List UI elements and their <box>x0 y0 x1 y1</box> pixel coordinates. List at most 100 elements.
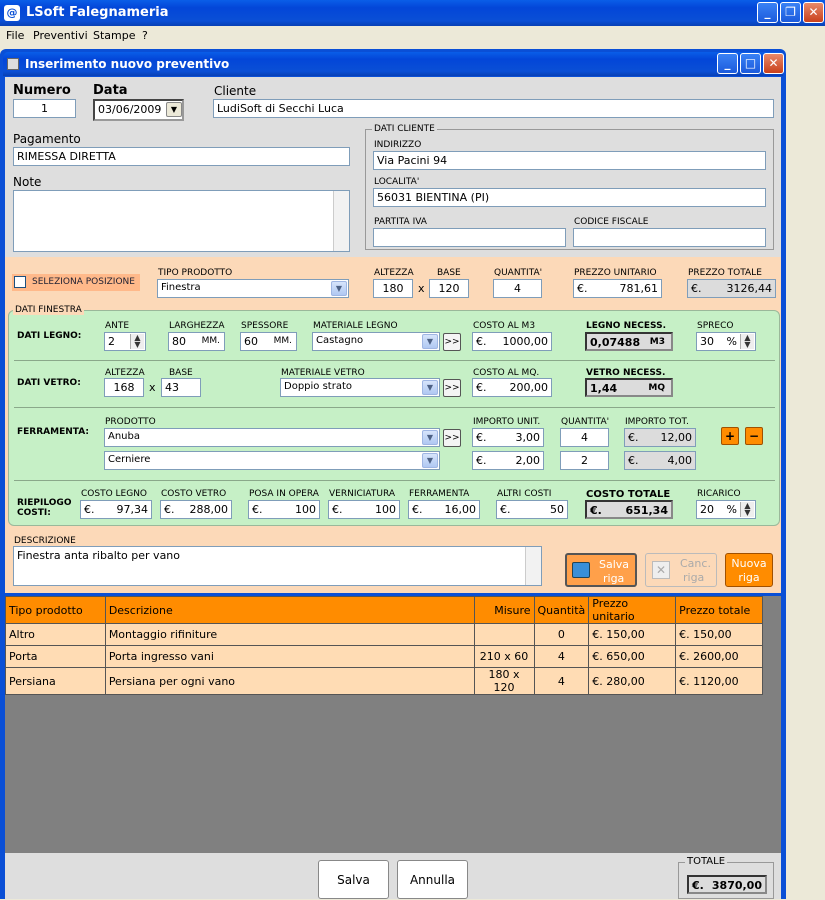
dati-vetro-label: DATI VETRO: <box>17 378 81 388</box>
costo-mq-label: COSTO AL MQ. <box>473 368 540 378</box>
vetro-altezza-field[interactable]: 168 <box>104 378 144 397</box>
ferramenta-prodotto-select-1[interactable]: Anuba ▼ <box>104 428 440 447</box>
ante-stepper[interactable]: 2 ▲ ▼ <box>104 332 146 351</box>
piva-field[interactable] <box>373 228 566 247</box>
col-quantita[interactable]: Quantità <box>533 596 590 624</box>
chevron-down-icon[interactable]: ▼ <box>166 102 182 117</box>
chevron-down-icon[interactable]: ▼ <box>422 453 438 468</box>
dialog-maximize-button[interactable]: □ <box>740 53 761 74</box>
col-prezzo-unitario[interactable]: Prezzo unitario <box>588 596 677 624</box>
nuova-riga-button[interactable]: Nuova riga <box>725 553 773 587</box>
materiale-legno-select[interactable]: Castagno ▼ <box>312 332 440 351</box>
costo-m3-field[interactable]: €. 1000,00 <box>472 332 552 351</box>
altezza-field[interactable]: 180 <box>373 279 413 298</box>
col-misure[interactable]: Misure <box>473 596 535 624</box>
prezzo-totale-field: €. 3126,44 <box>687 279 776 298</box>
posa-field[interactable]: €. 100 <box>248 500 320 519</box>
x-symbol: x <box>149 381 156 394</box>
seleziona-checkbox[interactable] <box>14 276 26 288</box>
quantita-field[interactable]: 4 <box>493 279 542 298</box>
app-close-button[interactable]: ✕ <box>803 2 824 23</box>
menu-help[interactable]: ? <box>142 29 148 42</box>
dialog-title: Inserimento nuovo preventivo <box>25 57 230 71</box>
pagamento-field[interactable]: RIMESSA DIRETTA <box>13 147 350 166</box>
chevron-down-icon[interactable]: ▼ <box>331 281 347 296</box>
salva-riga-button[interactable]: Salva riga <box>565 553 637 587</box>
indirizzo-field[interactable]: Via Pacini 94 <box>373 151 766 170</box>
dati-legno-label: DATI LEGNO: <box>17 331 82 341</box>
annulla-button[interactable]: Annulla <box>397 860 468 899</box>
ricarico-label: RICARICO <box>697 489 741 499</box>
menu-stampe[interactable]: Stampe <box>93 29 136 42</box>
costo-mq-field[interactable]: €. 200,00 <box>472 378 552 397</box>
numero-label: Numero <box>13 83 71 98</box>
seleziona-posizione[interactable]: SELEZIONA POSIZIONE <box>12 274 140 291</box>
spin-arrows-icon[interactable]: ▲ ▼ <box>740 334 754 349</box>
vetro-detail-button[interactable]: >> <box>443 379 461 397</box>
totale-label: TOTALE <box>685 856 728 867</box>
ferramenta-prodotto-select-2[interactable]: Cerniere ▼ <box>104 451 440 470</box>
remove-ferramenta-button[interactable]: − <box>745 427 763 445</box>
righe-table: Tipo prodotto Descrizione Misure Quantit… <box>5 596 763 695</box>
note-textarea[interactable] <box>13 190 350 252</box>
dialog-icon <box>7 58 19 70</box>
importo-tot-field-2: €. 4,00 <box>624 451 696 470</box>
importo-unit-field-1[interactable]: €. 3,00 <box>472 428 544 447</box>
materiale-vetro-select[interactable]: Doppio strato ▼ <box>280 378 440 397</box>
costo-m3-label: COSTO AL M3 <box>473 321 536 331</box>
base-field[interactable]: 120 <box>429 279 469 298</box>
prezzo-unitario-label: PREZZO UNITARIO <box>574 268 657 278</box>
prodotto-label: PRODOTTO <box>105 417 156 427</box>
salva-button[interactable]: Salva <box>318 860 389 899</box>
vetro-altezza-label: ALTEZZA <box>105 368 145 378</box>
col-descrizione[interactable]: Descrizione <box>104 596 475 624</box>
app-minimize-button[interactable]: _ <box>757 2 778 23</box>
chevron-down-icon[interactable]: ▼ <box>422 380 438 395</box>
posa-label: POSA IN OPERA <box>249 489 319 499</box>
col-prezzo-totale[interactable]: Prezzo totale <box>675 596 763 624</box>
spessore-field[interactable]: 60 MM. <box>240 332 297 351</box>
tipo-prodotto-select[interactable]: Finestra ▼ <box>157 279 349 298</box>
spreco-stepper[interactable]: 30% ▲ ▼ <box>696 332 756 351</box>
costo-vetro-field: €. 288,00 <box>160 500 232 519</box>
app-restore-button[interactable]: ❐ <box>780 2 801 23</box>
col-tipo[interactable]: Tipo prodotto <box>5 596 106 624</box>
cliente-field[interactable]: LudiSoft di Secchi Luca <box>213 99 774 118</box>
descrizione-scrollbar[interactable] <box>525 547 541 585</box>
menu-file[interactable]: File <box>6 29 24 42</box>
prezzo-unitario-field[interactable]: €. 781,61 <box>573 279 662 298</box>
numero-field[interactable]: 1 <box>13 99 76 118</box>
canc-riga-button[interactable]: ✕ Canc. riga <box>645 553 717 587</box>
ricarico-stepper[interactable]: 20% ▲ ▼ <box>696 500 756 519</box>
spin-arrows-icon[interactable]: ▲ ▼ <box>740 502 754 517</box>
legno-detail-button[interactable]: >> <box>443 333 461 351</box>
localita-field[interactable]: 56031 BIENTINA (PI) <box>373 188 766 207</box>
table-row[interactable]: Persiana Persiana per ogni vano 180 x 120 4… <box>5 667 763 695</box>
table-row[interactable]: Porta Porta ingresso vani 210 x 60 4 €. 650,… <box>5 645 763 668</box>
dialog-close-button[interactable]: ✕ <box>763 53 784 74</box>
menu-preventivi[interactable]: Preventivi <box>33 29 88 42</box>
descrizione-textarea[interactable]: Finestra anta ribalto per vano <box>13 546 542 586</box>
indirizzo-label: INDIRIZZO <box>374 140 422 150</box>
altri-costi-field[interactable]: €. 50 <box>496 500 568 519</box>
note-scrollbar[interactable] <box>333 191 349 251</box>
verniciatura-label: VERNICIATURA <box>329 489 396 499</box>
data-picker[interactable]: 03/06/2009 ▼ <box>93 99 184 121</box>
costi-label: COSTI: <box>17 508 51 518</box>
chevron-down-icon[interactable]: ▼ <box>422 430 438 445</box>
altezza-label: ALTEZZA <box>374 268 414 278</box>
ferramenta-detail-button[interactable]: >> <box>443 429 461 447</box>
verniciatura-field[interactable]: €. 100 <box>328 500 400 519</box>
larghezza-field[interactable]: 80 MM. <box>168 332 225 351</box>
importo-unit-field-2[interactable]: €. 2,00 <box>472 451 544 470</box>
chevron-down-icon[interactable]: ▼ <box>422 334 438 349</box>
ferr-quantita-field-2[interactable]: 2 <box>560 451 609 470</box>
spin-arrows-icon[interactable]: ▲ ▼ <box>130 334 144 349</box>
ferr-quantita-field-1[interactable]: 4 <box>560 428 609 447</box>
table-row[interactable]: Altro Montaggio rifiniture 0 €. 150,00 €. 15… <box>5 623 763 646</box>
cf-field[interactable] <box>573 228 766 247</box>
dialog-minimize-button[interactable]: _ <box>717 53 738 74</box>
add-ferramenta-button[interactable]: + <box>721 427 739 445</box>
materiale-legno-label: MATERIALE LEGNO <box>313 321 398 331</box>
vetro-base-field[interactable]: 43 <box>161 378 201 397</box>
